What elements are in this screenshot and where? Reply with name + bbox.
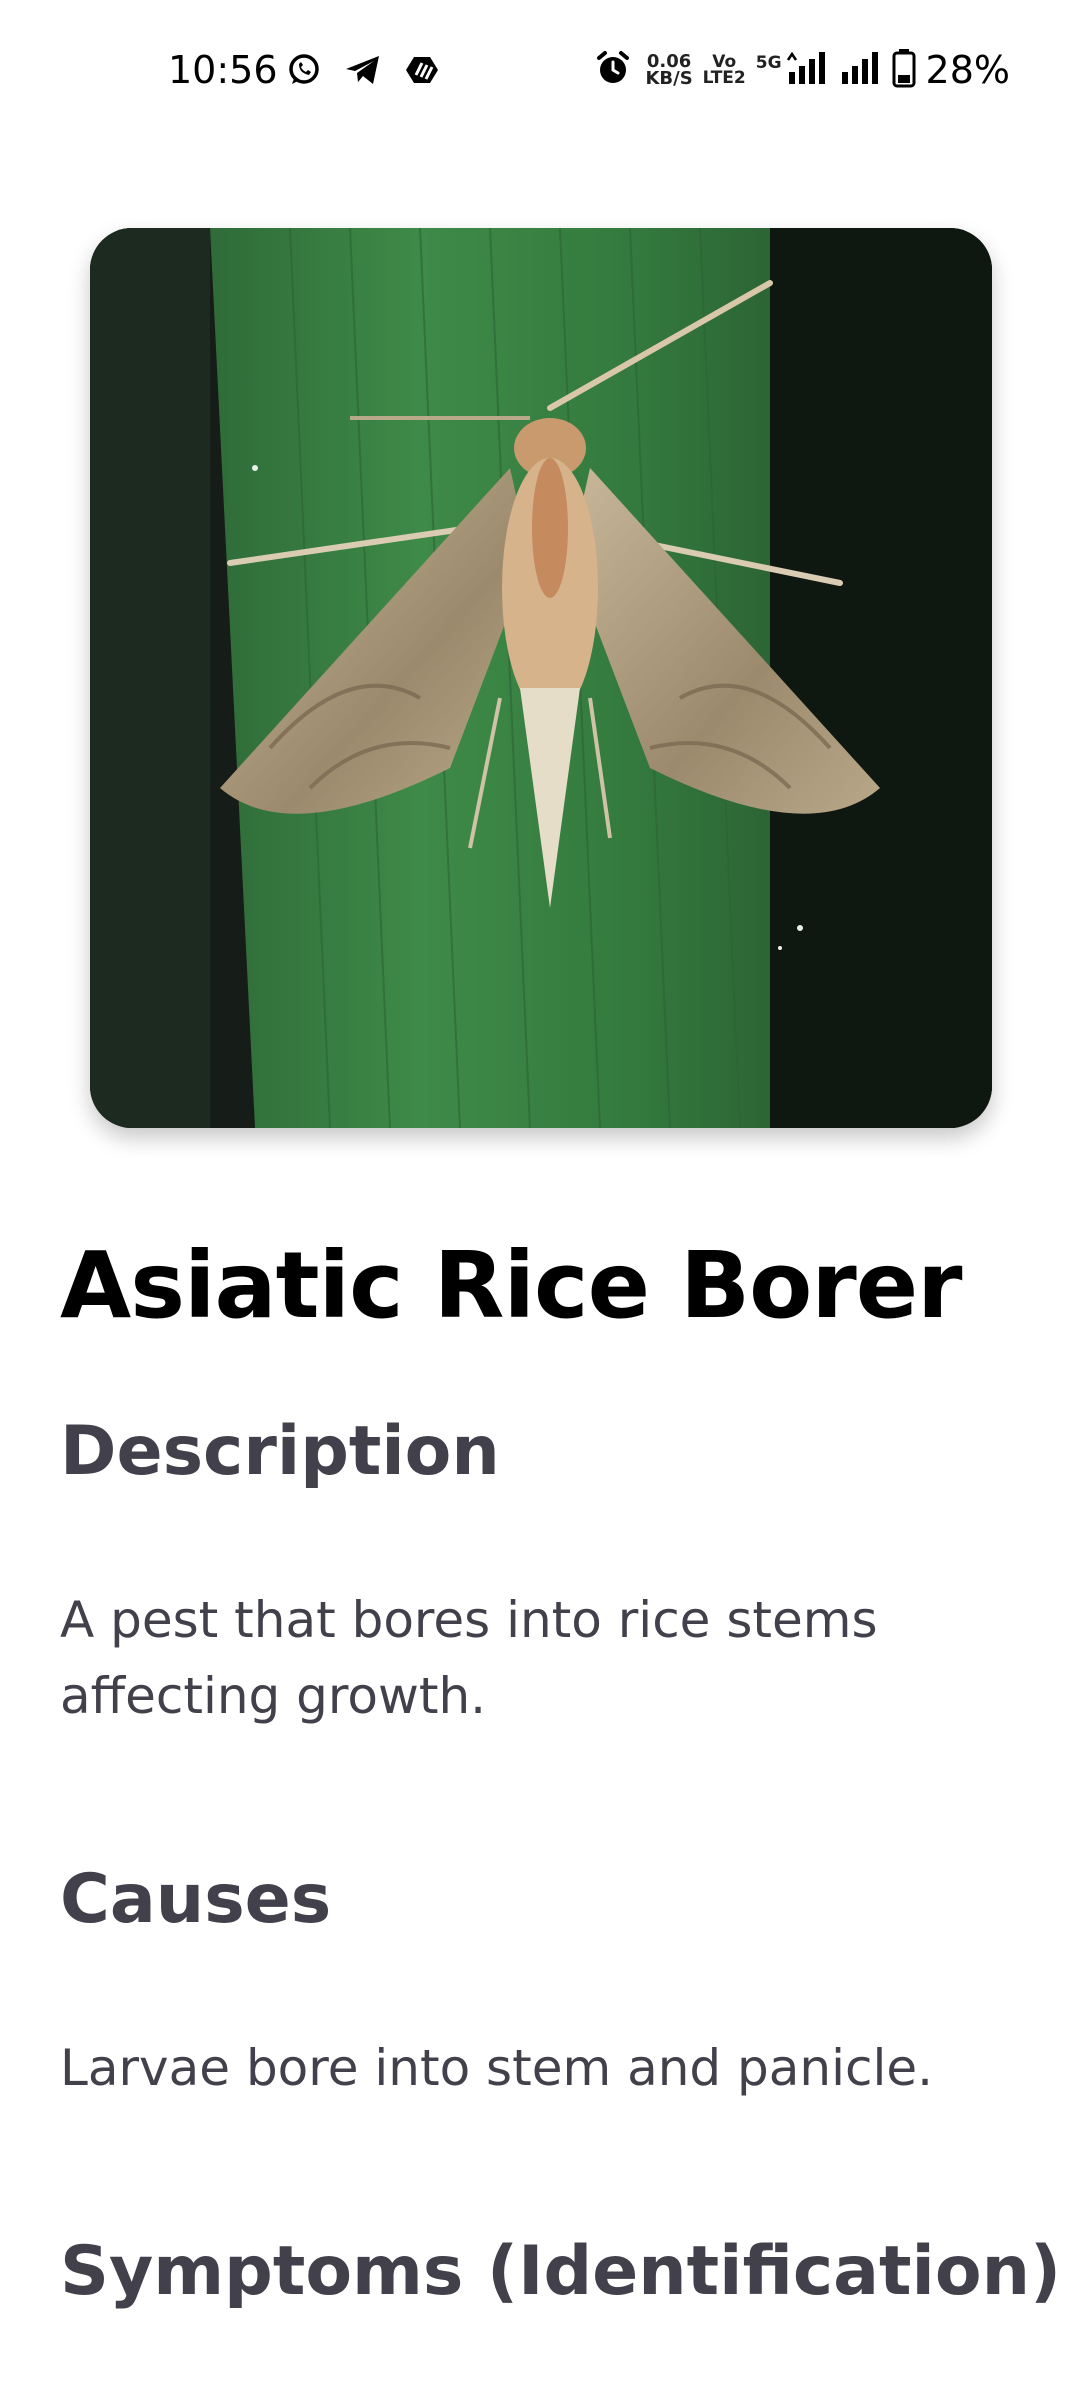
status-time: 10:56 — [168, 48, 278, 92]
battery-percentage: 28% — [925, 48, 1010, 92]
battery-icon — [892, 48, 916, 92]
section-heading-causes: Causes — [60, 1860, 332, 1939]
app-notification-icon — [404, 53, 440, 91]
pest-image — [90, 228, 992, 1128]
section-text-description: A pest that bores into rice stems affect… — [60, 1591, 878, 1725]
network-speed: 0.06 KB/S — [645, 53, 693, 89]
volte-bottom: LTE2 — [702, 68, 746, 88]
section-heading-symptoms: Symptoms (Identification) — [60, 2232, 1062, 2311]
telegram-icon — [344, 53, 382, 91]
network-speed-unit: KB/S — [645, 68, 693, 89]
system-status: 0.06 KB/S Vo LTE2 5G 28% — [595, 48, 1010, 92]
section-heading-description: Description — [60, 1412, 500, 1491]
pest-title: Asiatic Rice Borer — [60, 1232, 962, 1339]
status-bar: 10:56 0.06 KB/S Vo LTE2 5G 28% — [0, 0, 1080, 150]
pest-illustration — [90, 228, 992, 1128]
volte-indicator: Vo LTE2 — [702, 54, 746, 88]
alarm-icon — [595, 50, 631, 90]
signal-strength-icon — [786, 50, 830, 90]
notification-icons — [286, 52, 440, 92]
section-text-causes: Larvae bore into stem and panicle. — [60, 2039, 934, 2097]
whatsapp-icon — [286, 52, 322, 92]
network-type: 5G — [755, 53, 782, 73]
signal-strength-sim2-icon — [840, 50, 882, 90]
